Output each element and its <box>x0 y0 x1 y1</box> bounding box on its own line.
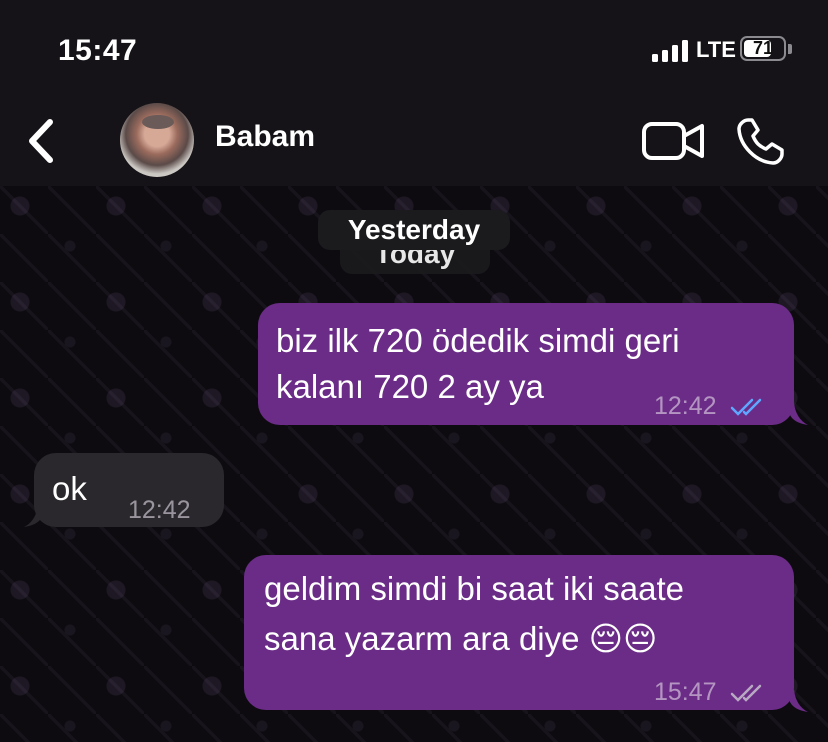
battery-icon: 71 <box>740 36 786 61</box>
message-text: ok <box>52 470 87 507</box>
battery-nub <box>788 44 792 54</box>
delivered-receipt-icon <box>730 685 761 703</box>
avatar[interactable] <box>120 103 194 177</box>
message-meta: 12:42 <box>654 385 766 428</box>
date-separator-yesterday: Yesterday <box>318 210 510 250</box>
contact-name[interactable]: Babam <box>215 120 315 154</box>
bubble-tail <box>786 690 808 712</box>
status-time: 15:47 <box>58 34 138 67</box>
message-text-line: biz ilk 720 ödedik simdi geri <box>276 322 680 359</box>
bubble-tail <box>24 505 46 527</box>
signal-icon <box>652 40 690 62</box>
message-text-line: kalanı 720 2 ay ya <box>276 368 544 405</box>
status-bar: 15:47 LTE 71 <box>0 0 828 100</box>
message-meta: 15:47 <box>654 671 766 714</box>
bubble-tail <box>786 403 808 425</box>
message-time: 12:42 <box>128 496 191 524</box>
chat-header: Babam <box>0 100 828 186</box>
message-time: 12:42 <box>654 392 717 420</box>
read-receipt-icon <box>730 399 761 417</box>
message-bubble-outgoing[interactable]: biz ilk 720 ödedik simdi geri kalanı 720… <box>258 303 794 425</box>
back-icon[interactable] <box>22 116 62 166</box>
network-type: LTE <box>696 37 736 62</box>
message-bubble-incoming[interactable]: ok 12:42 <box>34 453 224 527</box>
battery-level: 71 <box>752 38 774 58</box>
message-bubble-outgoing[interactable]: geldim simdi bi saat iki saate sana yaza… <box>244 555 794 710</box>
message-time: 15:47 <box>654 678 717 706</box>
message-text-line: geldim simdi bi saat iki saate <box>264 570 685 607</box>
voice-call-icon[interactable] <box>734 116 786 168</box>
video-call-icon[interactable] <box>640 118 706 166</box>
message-text-line: sana yazarm ara diye 😔😔 <box>264 620 658 657</box>
